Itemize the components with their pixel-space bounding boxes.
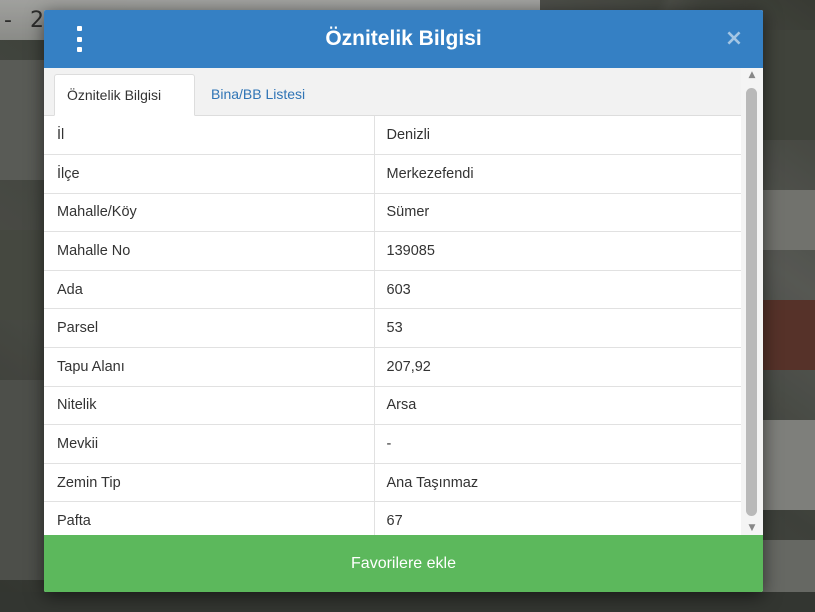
attribute-value: 53	[374, 308, 741, 349]
attribute-info-modal: Öznitelik Bilgisi × Öznitelik Bilgisi Bi…	[44, 10, 763, 592]
vertical-scrollbar[interactable]: ▲ ▼	[741, 68, 763, 535]
attribute-value: Arsa	[374, 386, 741, 426]
attribute-key: Zemin Tip	[44, 463, 375, 503]
attribute-key: Mahalle No	[44, 231, 375, 271]
tab-building-list[interactable]: Bina/BB Listesi	[199, 74, 317, 116]
attribute-value: -	[374, 424, 741, 464]
table-row: Parsel 53	[44, 308, 741, 349]
attribute-key: Pafta	[44, 501, 375, 535]
table-row: Nitelik Arsa	[44, 386, 741, 426]
scroll-down-arrow-icon[interactable]: ▼	[741, 521, 763, 535]
attribute-value: 139085	[374, 231, 741, 271]
table-row: Mevkii -	[44, 424, 741, 464]
tab-attribute-info[interactable]: Öznitelik Bilgisi	[54, 74, 195, 116]
table-row: İl Denizli	[44, 116, 741, 156]
attribute-value: Sümer	[374, 193, 741, 233]
attribute-key: Ada	[44, 270, 375, 310]
table-row: Mahalle/Köy Sümer	[44, 193, 741, 233]
attribute-value: 67	[374, 501, 741, 535]
attribute-value: Merkezefendi	[374, 154, 741, 194]
attribute-key: İl	[44, 116, 375, 156]
attribute-key: İlçe	[44, 154, 375, 194]
table-row: Mahalle No 139085	[44, 231, 741, 271]
table-row: Tapu Alanı 207,92	[44, 347, 741, 387]
close-icon[interactable]: ×	[723, 28, 745, 50]
attribute-value: Denizli	[374, 116, 741, 156]
tabs-bar: Öznitelik Bilgisi Bina/BB Listesi	[44, 68, 741, 116]
attribute-key: Nitelik	[44, 386, 375, 426]
scroll-up-arrow-icon[interactable]: ▲	[741, 68, 763, 82]
attribute-value: Ana Taşınmaz	[374, 463, 741, 503]
vertical-dots-icon[interactable]	[72, 26, 86, 52]
add-to-favorites-button[interactable]: Favorilere ekle	[44, 535, 763, 592]
table-row: Ada 603	[44, 270, 741, 310]
attribute-key: Mevkii	[44, 424, 375, 464]
attribute-key: Mahalle/Köy	[44, 193, 375, 233]
modal-body: Öznitelik Bilgisi Bina/BB Listesi İl Den…	[44, 68, 763, 535]
modal-header: Öznitelik Bilgisi ×	[44, 10, 763, 68]
attribute-table: İl Denizli İlçe Merkezefendi Mahalle/Köy…	[44, 116, 741, 535]
scrollbar-thumb[interactable]	[746, 88, 757, 516]
modal-title: Öznitelik Bilgisi	[325, 27, 482, 50]
table-row: Pafta 67	[44, 501, 741, 535]
attribute-key: Tapu Alanı	[44, 347, 375, 387]
table-row: İlçe Merkezefendi	[44, 154, 741, 194]
table-row: Zemin Tip Ana Taşınmaz	[44, 463, 741, 503]
attribute-value: 207,92	[374, 347, 741, 387]
attribute-key: Parsel	[44, 308, 375, 349]
attribute-value: 603	[374, 270, 741, 310]
